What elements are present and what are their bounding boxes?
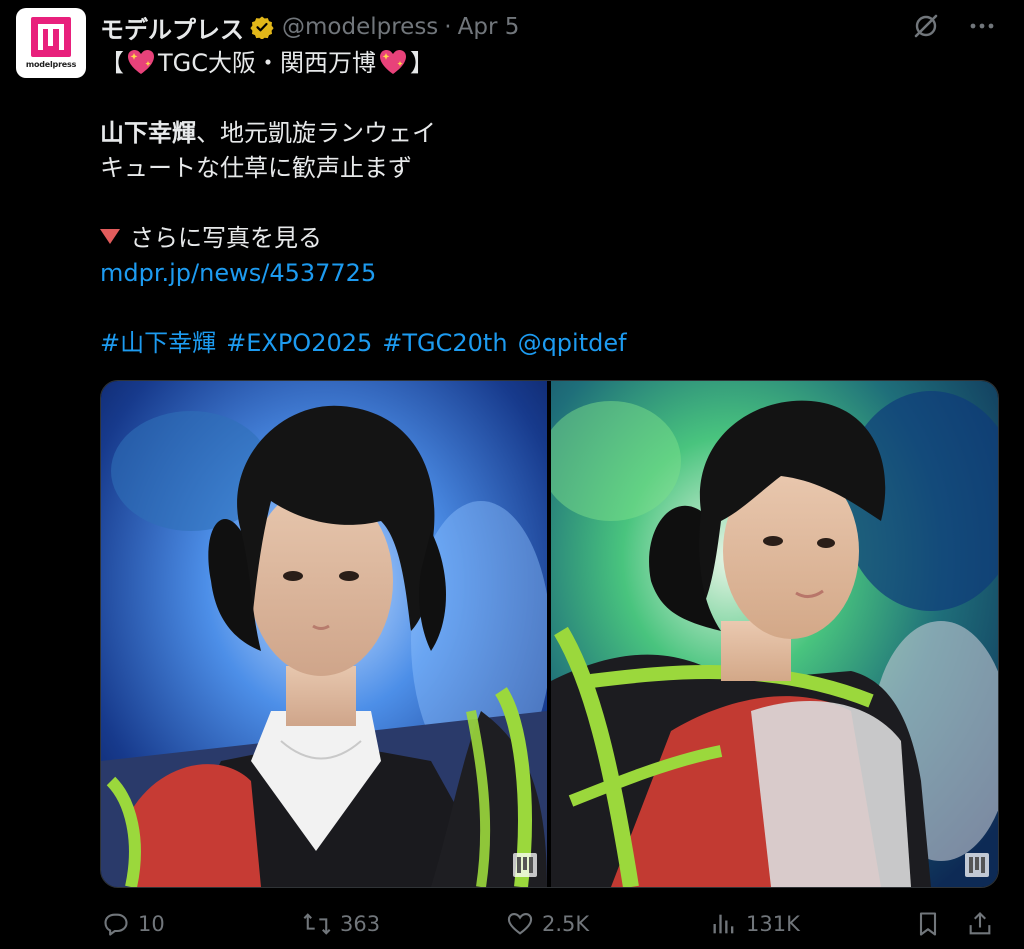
bookmark-icon bbox=[919, 912, 937, 936]
like-button[interactable]: 2.5K bbox=[506, 906, 589, 942]
photo-2[interactable] bbox=[551, 381, 998, 887]
photo-2-image bbox=[551, 381, 998, 887]
bracket-close: 】 bbox=[410, 49, 435, 77]
sparkling-heart-icon bbox=[128, 50, 154, 74]
photo-1-image bbox=[101, 381, 547, 887]
photo-1[interactable] bbox=[101, 381, 547, 887]
repost-button[interactable]: 363 bbox=[302, 906, 380, 942]
hashtag-yamashita[interactable]: #山下幸輝 bbox=[100, 329, 216, 357]
bold-name: 山下幸輝 bbox=[100, 119, 196, 147]
views-icon bbox=[713, 914, 734, 934]
tweet-top-actions bbox=[912, 12, 996, 40]
grok-icon[interactable] bbox=[912, 12, 940, 40]
sparkling-heart-icon bbox=[380, 50, 407, 74]
hashtag-tgc20th[interactable]: #TGC20th bbox=[382, 329, 507, 357]
header-separator: · bbox=[444, 14, 452, 40]
display-name[interactable]: モデルプレス bbox=[100, 10, 244, 45]
line2-rest: 、地元凱旋ランウェイ bbox=[196, 119, 436, 147]
reply-button[interactable]: 10 bbox=[102, 906, 165, 942]
mention-qpitdef[interactable]: @qpitdef bbox=[518, 329, 627, 357]
news-link[interactable]: mdpr.jp/news/4537725 bbox=[100, 259, 376, 287]
tweet-line-4: さらに写真を見る bbox=[100, 221, 1000, 256]
avatar[interactable]: modelpress bbox=[16, 8, 86, 78]
tweet-link-line: mdpr.jp/news/4537725 bbox=[100, 256, 1000, 291]
share-icon bbox=[969, 912, 991, 935]
more-options-icon[interactable] bbox=[968, 12, 996, 40]
hashtags-line: #山下幸輝 #EXPO2025 #TGC20th @qpitdef bbox=[100, 326, 1000, 361]
heart-icon bbox=[507, 913, 533, 935]
reply-count: 10 bbox=[138, 912, 165, 936]
views-button[interactable]: 131K bbox=[710, 906, 800, 942]
see-more-text: さらに写真を見る bbox=[130, 224, 322, 252]
share-button[interactable] bbox=[966, 906, 1002, 942]
repost-count: 363 bbox=[340, 912, 381, 936]
tweet-line-2: 山下幸輝、地元凱旋ランウェイ bbox=[100, 116, 1000, 151]
watermark-m-icon bbox=[965, 853, 989, 877]
tweet-line-3: キュートな仕草に歓声止まず bbox=[100, 154, 412, 182]
modelpress-logo-icon bbox=[31, 17, 71, 57]
down-triangle-icon bbox=[100, 229, 120, 244]
bracket-open: 【 bbox=[100, 49, 124, 77]
bookmark-button[interactable] bbox=[914, 906, 950, 942]
verified-badge-icon bbox=[250, 16, 274, 39]
tweet-date[interactable]: Apr 5 bbox=[458, 14, 520, 40]
watermark-m-icon bbox=[513, 853, 537, 877]
avatar-label: modelpress bbox=[25, 60, 77, 69]
hashtag-expo2025[interactable]: #EXPO2025 bbox=[226, 329, 372, 357]
tweet-text: 【 TGC大阪・関西万博 】 山下幸輝、地元凱旋ランウェイ キュートな仕草に歓声… bbox=[100, 46, 1000, 361]
tweet-actions: 10 363 2.5K 131K bbox=[100, 906, 1000, 942]
tweet-header: モデルプレス @modelpress · Apr 5 bbox=[100, 10, 519, 44]
like-count: 2.5K bbox=[542, 912, 590, 936]
views-count: 131K bbox=[746, 912, 800, 936]
repost-icon bbox=[303, 913, 331, 935]
reply-icon bbox=[104, 913, 128, 936]
headline-text: TGC大阪・関西万博 bbox=[158, 49, 377, 77]
tweet-headline: 【 TGC大阪・関西万博 】 bbox=[100, 46, 1000, 81]
tweet-media bbox=[100, 380, 999, 888]
author-handle[interactable]: @modelpress bbox=[282, 14, 438, 40]
